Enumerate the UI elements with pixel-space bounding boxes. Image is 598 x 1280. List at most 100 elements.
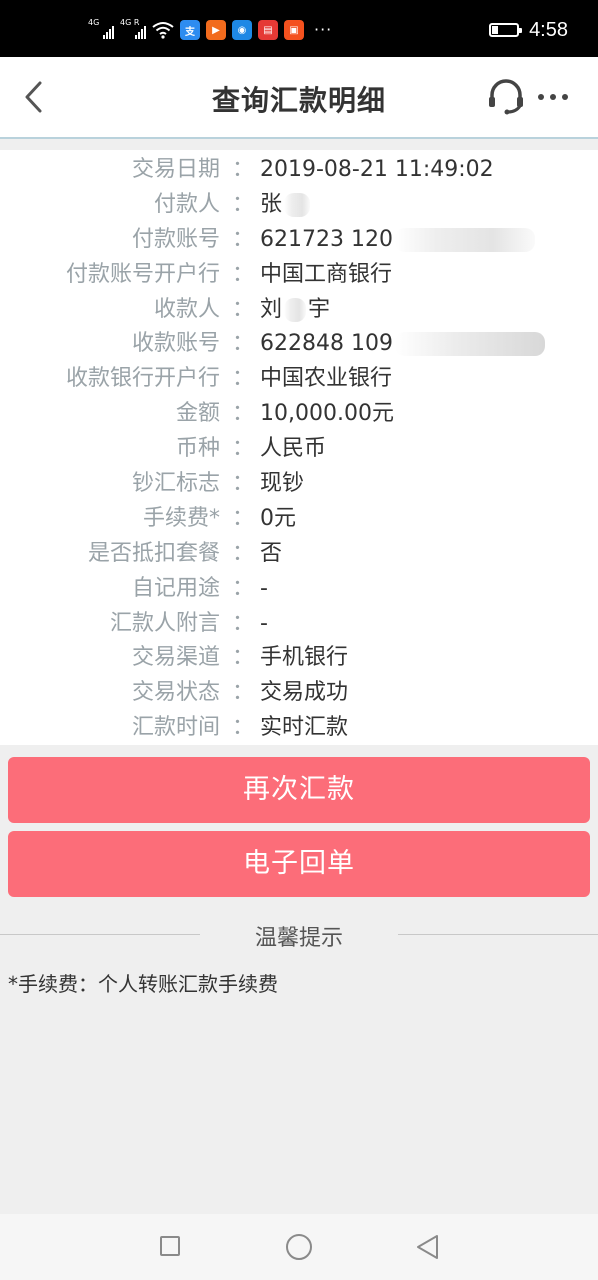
detail-label: 汇款时间	[131, 715, 220, 741]
detail-row-remark: 汇款人附言 ： -	[0, 606, 598, 641]
detail-colon: ：	[232, 296, 255, 322]
reader-icon: ▤	[258, 20, 278, 40]
detail-label: 付款账号	[131, 226, 220, 252]
detail-row-package-deduct: 是否抵扣套餐 ： 否	[0, 536, 598, 571]
detail-value: -	[260, 575, 268, 601]
detail-row-payer-account: 付款账号 ： 621723 120	[0, 222, 598, 257]
tips-title: 温馨提示	[254, 926, 343, 951]
detail-value: 否	[260, 540, 283, 566]
alipay-icon: 支	[180, 20, 200, 40]
detail-label: 收款账号	[131, 331, 220, 357]
detail-row-payee: 收款人 ： 刘宇	[0, 292, 598, 327]
detail-label: 收款银行开户行	[65, 366, 220, 392]
detail-value-wrap: 张	[260, 187, 311, 222]
detail-value: 622848 109	[260, 331, 393, 357]
status-icons: 4G 4G R 支 ▶ ◉ ▤ ▣ ···	[88, 18, 332, 42]
signal-1-tag: 4G	[88, 18, 100, 27]
e-receipt-button[interactable]: 电子回单	[8, 831, 590, 897]
detail-label: 收款人	[153, 296, 220, 322]
detail-value: 现钞	[260, 471, 305, 497]
detail-colon: ：	[232, 505, 255, 531]
detail-colon: ：	[232, 157, 255, 182]
detail-value: 2019-08-21 11:49:02	[260, 157, 494, 182]
status-bar: 4G 4G R 支 ▶ ◉ ▤ ▣ ··· 4:58	[0, 0, 598, 57]
clock: 4:58	[529, 18, 568, 41]
detail-value: 中国工商银行	[260, 261, 393, 287]
detail-row-payee-bank: 收款银行开户行 ： 中国农业银行	[0, 361, 598, 396]
detail-label: 钞汇标志	[131, 471, 220, 497]
detail-colon: ：	[232, 401, 255, 427]
detail-row-purpose: 自记用途 ： -	[0, 571, 598, 606]
detail-label: 手续费*	[142, 505, 220, 531]
detail-value: 交易成功	[260, 680, 349, 706]
detail-row-payer: 付款人 ： 张	[0, 187, 598, 222]
detail-row-status: 交易状态 ： 交易成功	[0, 675, 598, 710]
detail-value: 手机银行	[260, 645, 349, 671]
detail-value-wrap: 622848 109	[260, 326, 545, 361]
detail-label: 金额	[175, 401, 220, 427]
cellular-signal-2-icon: 4G R	[120, 19, 146, 41]
detail-label: 交易日期	[131, 157, 220, 182]
detail-label: 付款人	[153, 191, 220, 217]
news-icon: ▣	[284, 20, 304, 40]
detail-row-channel: 交易渠道 ： 手机银行	[0, 640, 598, 675]
detail-value: 实时汇款	[260, 715, 349, 741]
detail-colon: ：	[232, 191, 255, 217]
detail-row-date: 交易日期 ： 2019-08-21 11:49:02	[0, 152, 598, 187]
detail-row-fee: 手续费* ： 0元	[0, 501, 598, 536]
detail-label: 是否抵扣套餐	[87, 540, 220, 566]
detail-colon: ：	[232, 540, 255, 566]
more-dots-icon[interactable]	[538, 91, 574, 103]
detail-value: 张	[260, 191, 283, 217]
redaction-blur	[394, 332, 545, 357]
detail-colon: ：	[232, 436, 255, 462]
detail-label: 汇款人附言	[109, 610, 220, 636]
redaction-blur	[284, 192, 311, 217]
detail-label: 币种	[175, 436, 220, 462]
detail-colon: ：	[232, 366, 255, 392]
detail-row-remit-time: 汇款时间 ： 实时汇款	[0, 710, 598, 745]
battery-icon	[489, 23, 523, 37]
detail-colon: ：	[232, 715, 255, 741]
detail-label: 交易渠道	[131, 645, 220, 671]
headset-icon	[489, 79, 523, 115]
detail-value: 10,000.00元	[260, 401, 394, 427]
nav-back-button[interactable]	[414, 1233, 440, 1261]
status-right: 4:58	[489, 18, 568, 42]
home-button[interactable]	[286, 1234, 312, 1260]
cellular-signal-1-icon: 4G	[88, 19, 114, 41]
detail-value: 621723 120	[260, 226, 393, 252]
detail-colon: ：	[232, 610, 255, 636]
detail-value-wrap: 刘宇	[260, 292, 330, 327]
detail-colon: ：	[232, 575, 255, 601]
detail-value: 人民币	[260, 436, 327, 462]
play-icon: ▶	[206, 20, 226, 40]
detail-value: 0元	[260, 505, 296, 531]
detail-label: 付款账号开户行	[65, 261, 220, 287]
detail-row-currency: 币种 ： 人民币	[0, 431, 598, 466]
redaction-blur	[394, 227, 535, 252]
app-header: 查询汇款明细	[0, 57, 598, 139]
detail-label: 交易状态	[131, 680, 220, 706]
tips-text: *手续费：个人转账汇款手续费	[8, 972, 278, 996]
detail-value: -	[260, 610, 268, 636]
detail-colon: ：	[232, 226, 255, 252]
detail-value-tail: 宇	[308, 296, 331, 322]
detail-colon: ：	[232, 261, 255, 287]
system-nav-bar	[0, 1214, 598, 1280]
detail-colon: ：	[232, 471, 255, 497]
detail-row-amount: 金额 ： 10,000.00元	[0, 396, 598, 431]
detail-value-wrap: 621723 120	[260, 222, 535, 257]
detail-row-payee-account: 收款账号 ： 622848 109	[0, 326, 598, 361]
detail-row-cash-flag: 钞汇标志 ： 现钞	[0, 466, 598, 501]
detail-label: 自记用途	[131, 575, 220, 601]
remit-again-button[interactable]: 再次汇款	[8, 757, 590, 823]
more-notifications-icon: ···	[314, 20, 333, 39]
detail-value: 刘	[260, 296, 283, 322]
customer-service-button[interactable]	[486, 79, 526, 115]
detail-colon: ：	[232, 645, 255, 671]
wifi-icon	[152, 22, 174, 39]
recents-button[interactable]	[160, 1236, 180, 1256]
transfer-details: 交易日期 ： 2019-08-21 11:49:02 付款人 ： 张 付款账号 …	[0, 150, 598, 745]
detail-row-payer-bank: 付款账号开户行 ： 中国工商银行	[0, 257, 598, 292]
